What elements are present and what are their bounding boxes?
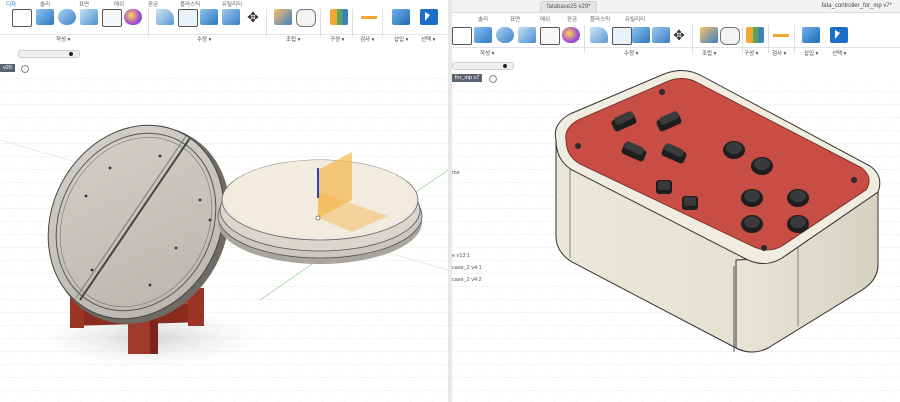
round-button xyxy=(787,189,809,207)
browser-item[interactable]: case_2 v4:2 xyxy=(452,277,482,283)
round-button xyxy=(723,141,745,159)
screw-hole xyxy=(575,143,581,149)
left-window: 디자 솔리 표면 메쉬 판금 플라스틱 유틸리티 ✥ 작성 ▾ 수정 ▾ 조립 … xyxy=(0,0,448,402)
browser-item[interactable]: case_2 v4:1 xyxy=(452,265,482,271)
round-button xyxy=(787,215,809,233)
right-viewport[interactable] xyxy=(452,0,900,402)
browser-item[interactable]: me xyxy=(452,170,460,176)
screw-hole xyxy=(851,177,857,183)
round-button xyxy=(741,189,763,207)
screw-hole xyxy=(761,245,767,251)
round-button xyxy=(741,215,763,233)
small-button xyxy=(656,180,672,194)
small-button xyxy=(682,196,698,210)
screw-hole xyxy=(659,89,665,95)
left-viewport[interactable] xyxy=(0,0,448,402)
right-window: fatabase25 v29* fata_controller_for_mp v… xyxy=(452,0,900,402)
browser-item[interactable]: e v13:1 xyxy=(452,253,471,259)
round-button xyxy=(751,157,773,175)
